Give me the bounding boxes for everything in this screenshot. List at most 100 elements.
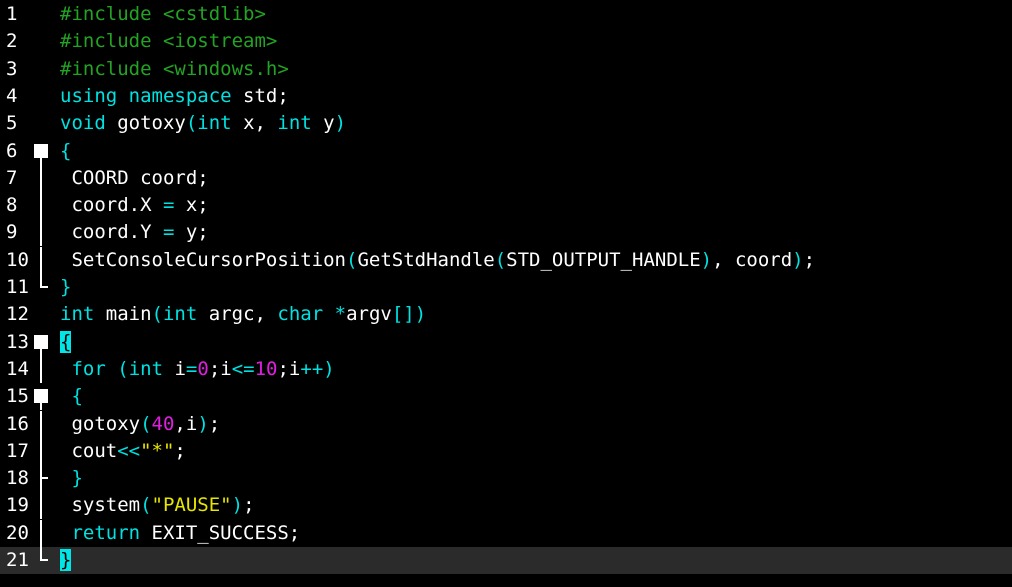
line-number: 17 [6,439,29,462]
code-text: using namespace std; [60,83,289,110]
code-text: #include <iostream> [60,28,277,55]
code-token: = [162,194,175,217]
code-token: main [94,303,152,326]
code-line[interactable]: 12 int main(int argc, char *argv[]) [0,301,1012,328]
code-token: GetStdHandle [357,248,495,271]
code-line[interactable]: 1 #include <cstdlib> [0,1,1012,28]
code-editor[interactable]: 1 #include <cstdlib> 2 #include <iostream> 3… [0,0,1012,587]
fold-guide-line [34,164,52,192]
fold-gutter [34,301,52,328]
code-token: argv [346,303,392,326]
code-token: int [277,112,312,135]
code-token: } [60,276,72,298]
code-token: EXIT_SUCCESS; [140,521,301,544]
code-line[interactable]: 18 } [0,465,1012,493]
code-token: { [60,139,72,162]
code-line[interactable]: 10 SetConsoleCursorPosition(GetStdHandle… [0,246,1012,274]
code-line[interactable]: 11} [0,274,1012,301]
line-number: 1 [6,3,18,25]
line-number: 21 [6,549,29,571]
code-token: x; [174,194,209,217]
code-token: y [311,112,335,135]
fold-gutter [34,56,52,83]
code-token: coord.Y [60,221,163,244]
code-token: system [60,494,141,517]
fold-guide-line [34,437,52,465]
code-token: COORD coord; [60,166,209,189]
code-token: ( [140,494,152,517]
code-line[interactable]: 8 coord.X = x; [0,192,1012,220]
fold-toggle-icon[interactable] [34,383,52,411]
line-number: 14 [6,357,29,380]
line-number: 2 [6,30,18,53]
line-number: 8 [6,194,18,217]
fold-guide-line [34,519,52,547]
code-line[interactable]: 21} [0,547,1012,574]
line-number: 12 [6,303,29,326]
fold-toggle-icon[interactable] [34,329,52,356]
code-token: std; [231,84,289,107]
code-line[interactable]: 5 void gotoxy(int x, int y) [0,110,1012,137]
code-line[interactable]: 14 for (int i=0;i<=10;i++) [0,355,1012,383]
code-token: ) [231,494,244,517]
code-line[interactable]: 4 using namespace std; [0,83,1012,110]
code-text: } [60,274,71,301]
code-token: STD_OUTPUT_HANDLE [506,248,701,271]
code-line[interactable]: 9 coord.Y = y; [0,219,1012,247]
code-line[interactable]: 15 { [0,383,1012,411]
code-token: 40 [151,412,175,435]
line-number: 6 [6,139,18,162]
code-line[interactable]: 7 COORD coord; [0,164,1012,192]
code-token: ) [792,248,804,271]
code-token: return [71,521,141,544]
fold-gutter [34,1,52,28]
fold-guide-line [34,492,52,520]
code-token: i [163,357,186,380]
code-token: ; [243,494,255,517]
code-text: COORD coord; [60,165,209,192]
code-line[interactable]: 6{ [0,138,1012,165]
code-line[interactable]: 3 #include <windows.h> [0,56,1012,83]
matched-bracket: } [60,549,72,571]
code-text: } [60,465,83,492]
code-token: int [60,303,95,326]
code-line[interactable]: 20 return EXIT_SUCCESS; [0,519,1012,547]
code-line[interactable]: 17 cout<<"*"; [0,437,1012,465]
code-line[interactable]: 19 system("PAUSE"); [0,492,1012,520]
code-text: cout<<"*"; [60,438,185,465]
code-token: []) [391,303,427,326]
fold-toggle-icon[interactable] [34,138,52,165]
line-number: 11 [6,276,29,298]
code-token: coord.X [60,194,163,217]
line-number: 9 [6,221,18,244]
line-number: 19 [6,494,29,517]
line-number: 10 [6,248,29,271]
matched-bracket: { [60,330,72,353]
code-token: SetConsoleCursorPosition [60,248,346,271]
code-token: <= [231,357,255,380]
fold-guide-line [34,246,52,274]
code-token: } [71,467,83,490]
code-token: for [71,357,106,380]
code-text: for (int i=0;i<=10;i++) [60,356,334,383]
code-token: void [60,112,106,135]
fold-guide-line [34,410,52,438]
code-token: * [334,303,347,326]
fold-gutter [34,110,52,137]
code-token: gotoxy [60,412,141,435]
code-text: SetConsoleCursorPosition(GetStdHandle(ST… [60,247,815,274]
code-line[interactable]: 16 gotoxy(40,i); [0,410,1012,438]
code-text: { [60,383,82,410]
fold-gutter [34,28,52,55]
code-text: coord.Y = y; [60,219,208,246]
code-line[interactable]: 13 { [0,329,1012,356]
code-text: system("PAUSE"); [60,492,255,519]
fold-guide-line [34,219,52,247]
code-line[interactable]: 2 #include <iostream> [0,28,1012,55]
code-token: char [277,303,324,326]
